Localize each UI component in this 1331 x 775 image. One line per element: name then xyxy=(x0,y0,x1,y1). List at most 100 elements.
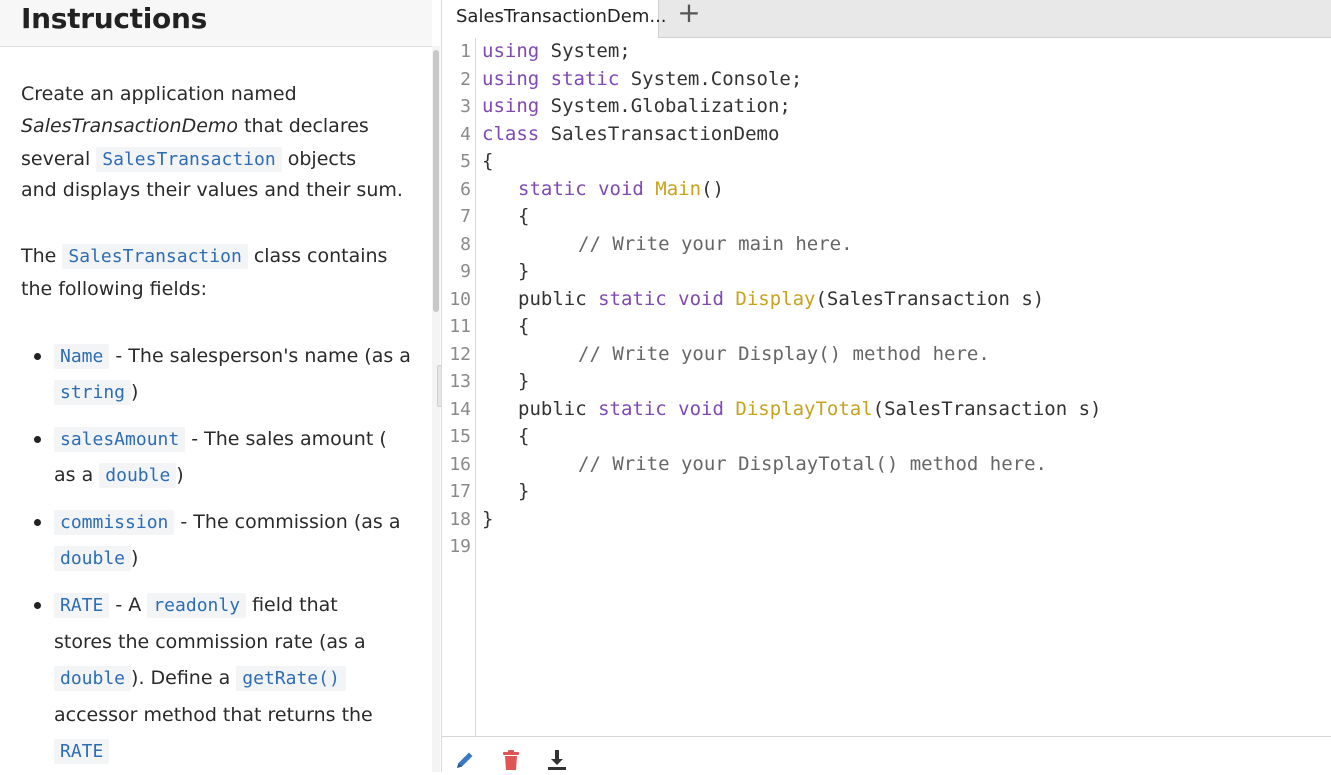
bullet-dot xyxy=(34,353,41,360)
app-name: SalesTransactionDemo xyxy=(21,115,239,137)
line-number: 1 xyxy=(460,41,471,62)
code-line[interactable]: class SalesTransactionDemo xyxy=(482,121,779,148)
line-number: 15 xyxy=(449,426,471,447)
field-salesamount-pre: as a xyxy=(54,464,100,486)
list-item-name: Name - The salesperson's name (as a stri… xyxy=(54,340,432,414)
download-icon[interactable] xyxy=(546,749,568,771)
code-line[interactable]: { xyxy=(482,148,493,175)
line-number: 6 xyxy=(460,179,471,200)
tab-file-label: SalesTransactionDem... xyxy=(456,6,667,27)
intro-paragraph: Create an application named SalesTransac… xyxy=(21,78,421,208)
line-number: 11 xyxy=(449,316,471,337)
line-number: 16 xyxy=(449,454,471,475)
intro-line-4: and displays their values and their sum. xyxy=(21,179,403,201)
bullet-dot xyxy=(34,519,41,526)
code-line[interactable]: { xyxy=(518,423,529,450)
intro-line-1: Create an application named xyxy=(21,83,297,105)
line-number: 5 xyxy=(460,151,471,172)
field-salesamount-code: salesAmount xyxy=(54,427,186,452)
intro-line-3: several SalesTransaction objects xyxy=(21,143,356,175)
code-line[interactable]: } xyxy=(518,368,529,395)
code-text: () xyxy=(701,178,724,200)
editor-tab-bar: SalesTransactionDem... + xyxy=(442,0,1331,38)
field-rate-pre: - A xyxy=(109,594,148,616)
class-line-1-pre: The xyxy=(21,245,63,267)
field-commission-desc: - The commission (as a xyxy=(174,511,401,533)
type-string-code: string xyxy=(54,380,132,405)
field-name-code: Name xyxy=(54,344,110,369)
getrate-code: getRate() xyxy=(236,666,346,691)
line-number: 17 xyxy=(449,481,471,502)
line-number: 18 xyxy=(449,509,471,530)
scrollbar-thumb[interactable] xyxy=(433,50,439,312)
class-line-2: the following fields: xyxy=(21,278,207,300)
line-number: 19 xyxy=(449,536,471,557)
editor-toolbar xyxy=(442,736,1331,773)
code-line[interactable]: { xyxy=(518,203,529,230)
line-number: 2 xyxy=(460,69,471,90)
intro-line-2-text: that declares xyxy=(238,115,369,137)
type-double-code: double xyxy=(54,546,132,571)
code-text-area[interactable]: using System; using static System.Consol… xyxy=(482,38,1327,736)
function-name: DisplayTotal xyxy=(735,398,873,420)
code-line[interactable]: public static void Display(SalesTransact… xyxy=(518,286,1044,313)
field-name-close: ) xyxy=(131,381,139,403)
keyword: using static xyxy=(482,68,620,90)
field-rate-code: RATE xyxy=(54,593,110,618)
rate-code: RATE xyxy=(54,739,110,764)
keyword: class xyxy=(482,123,540,145)
function-name: Display xyxy=(735,288,816,310)
line-number-gutter: 1 2 3 4 5 6 7 8 9 10 11 12 13 14 15 16 1… xyxy=(442,38,476,736)
line-number: 13 xyxy=(449,371,471,392)
line-number: 12 xyxy=(449,344,471,365)
intro-line-2: SalesTransactionDemo that declares xyxy=(21,110,369,142)
code-text: public xyxy=(518,398,587,420)
tab-file[interactable]: SalesTransactionDem... xyxy=(442,0,667,38)
code-line[interactable]: } xyxy=(518,478,529,505)
field-commission-code: commission xyxy=(54,510,175,535)
code-line[interactable]: public static void DisplayTotal(SalesTra… xyxy=(518,396,1101,423)
field-salesamount-close: ) xyxy=(176,464,184,486)
bullet-dot xyxy=(34,602,41,609)
code-line[interactable]: static void Main() xyxy=(518,176,724,203)
keyword: static void xyxy=(598,398,724,420)
line-number: 14 xyxy=(449,399,471,420)
field-rate-line-3-text: ). Define a xyxy=(131,667,237,689)
add-tab-button[interactable]: + xyxy=(674,0,704,30)
code-comment[interactable]: // Write your DisplayTotal() method here… xyxy=(578,451,1047,478)
field-rate-desc: field that xyxy=(246,594,338,616)
line-number: 3 xyxy=(460,96,471,117)
code-text: (SalesTransaction s) xyxy=(815,288,1045,310)
class-name-code: SalesTransaction xyxy=(96,147,282,172)
line-number: 9 xyxy=(460,261,471,282)
keyword: static void xyxy=(598,288,724,310)
keyword: using xyxy=(482,95,540,117)
intro-line-3-post: objects xyxy=(281,148,357,170)
code-line[interactable]: using System; xyxy=(482,38,631,65)
class-paragraph: The SalesTransaction class contains the … xyxy=(21,240,421,310)
line-number: 8 xyxy=(460,234,471,255)
code-line[interactable]: using static System.Console; xyxy=(482,66,802,93)
keyword: using xyxy=(482,40,540,62)
code-text: SalesTransactionDemo xyxy=(539,123,780,145)
code-text: System.Globalization; xyxy=(539,95,791,117)
field-salesamount-desc: - The sales amount ( xyxy=(185,428,387,450)
list-item-rate: RATE - A readonly field that stores the … xyxy=(54,589,432,772)
code-line[interactable]: } xyxy=(518,258,529,285)
code-line[interactable]: { xyxy=(518,313,529,340)
code-text: System; xyxy=(539,40,631,62)
keyword: static void xyxy=(518,178,644,200)
bullet-dot xyxy=(34,436,41,443)
trash-icon[interactable] xyxy=(500,749,522,771)
intro-line-3-pre: several xyxy=(21,148,97,170)
instructions-scrollbar[interactable] xyxy=(432,46,440,772)
code-line[interactable]: } xyxy=(482,506,493,533)
type-double-code: double xyxy=(54,666,132,691)
readonly-code: readonly xyxy=(147,593,247,618)
code-comment[interactable]: // Write your main here. xyxy=(578,231,853,258)
code-comment[interactable]: // Write your Display() method here. xyxy=(578,341,990,368)
code-text: (SalesTransaction s) xyxy=(872,398,1102,420)
code-line[interactable]: using System.Globalization; xyxy=(482,93,791,120)
code-text: System.Console; xyxy=(619,68,803,90)
pencil-icon[interactable] xyxy=(454,749,476,771)
